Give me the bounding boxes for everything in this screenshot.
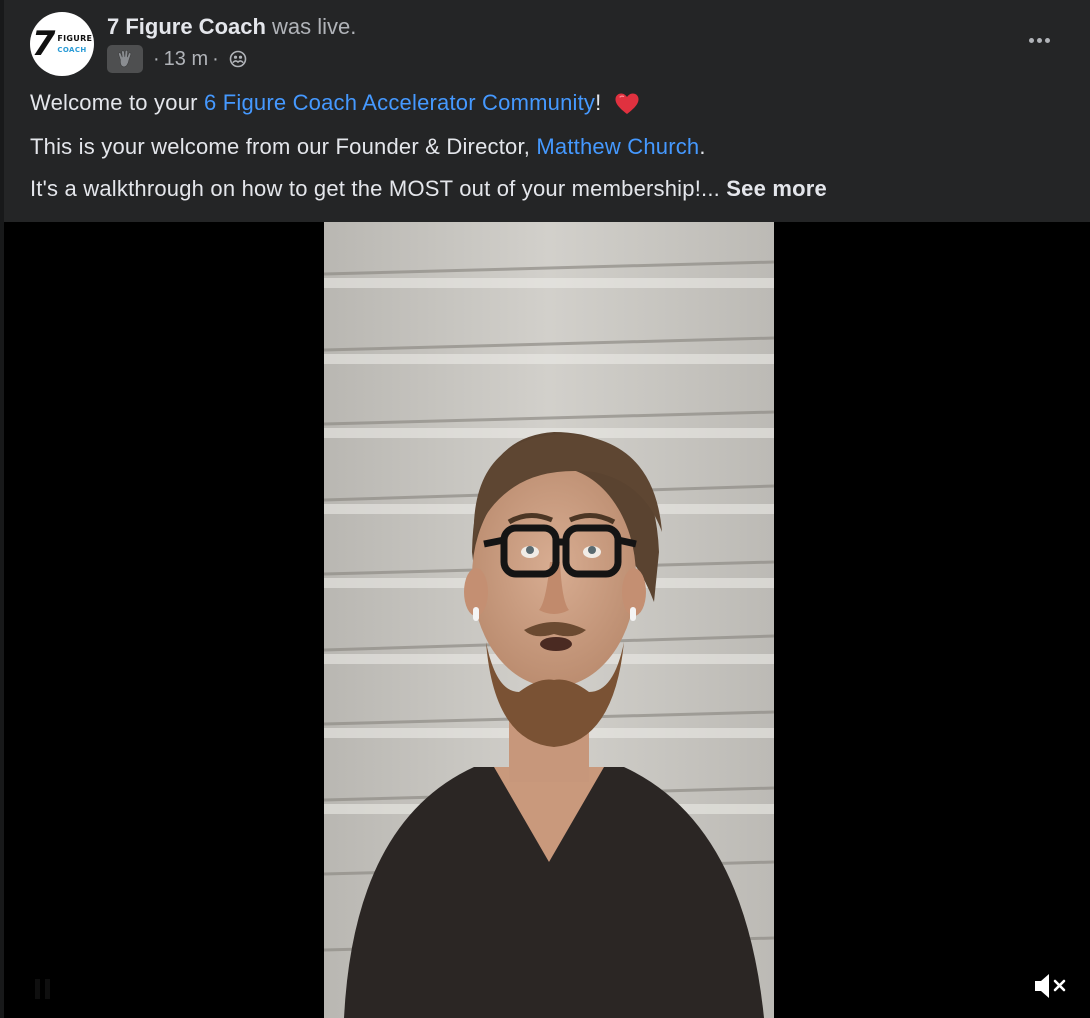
post-header: 7 FIGURE COACH 7 Figure Coach was live. …	[4, 0, 1090, 222]
group-members-icon	[229, 50, 247, 68]
message-text: Welcome to your	[30, 90, 204, 115]
post-title: 7 Figure Coach was live.	[107, 14, 356, 40]
avatar-logo-word-coach: COACH	[57, 45, 87, 54]
live-video-post: 7 FIGURE COACH 7 Figure Coach was live. …	[4, 0, 1090, 1018]
pause-icon[interactable]	[34, 978, 52, 1000]
video-still-image	[324, 222, 774, 1018]
red-heart-emoji-icon	[614, 92, 640, 116]
see-more-link[interactable]: See more	[726, 176, 827, 201]
live-status-text: was live.	[272, 14, 357, 39]
video-player[interactable]	[4, 222, 1090, 1018]
speaker-muted-icon	[1035, 974, 1066, 998]
waving-hand-icon[interactable]	[107, 45, 143, 73]
message-text: .	[699, 134, 706, 159]
avatar-logo-words: FIGURE COACH	[57, 33, 93, 54]
message-text: This is your welcome from our Founder & …	[30, 134, 537, 159]
founder-name-link[interactable]: Matthew Church	[536, 134, 699, 159]
video-controls-bar	[4, 948, 1090, 1018]
more-options-dot	[1044, 37, 1050, 43]
community-link[interactable]: 6 Figure Coach Accelerator Community	[204, 90, 595, 115]
avatar-logo-number: 7	[31, 24, 56, 64]
avatar-logo-word-figure: FIGURE	[57, 33, 93, 43]
message-text: !	[595, 90, 602, 115]
post-message-line-2: This is your welcome from our Founder & …	[30, 134, 706, 160]
post-meta: · 13 m ·	[107, 44, 247, 74]
post-timestamp[interactable]: 13 m	[164, 48, 208, 71]
meta-separator: ·	[212, 47, 219, 70]
page-avatar[interactable]: 7 FIGURE COACH	[30, 12, 94, 76]
more-options-dot	[1036, 37, 1042, 43]
video-frame	[324, 222, 774, 1018]
more-options-button[interactable]	[1022, 28, 1056, 52]
meta-separator: ·	[153, 47, 160, 70]
unmute-button[interactable]	[1030, 966, 1070, 1006]
post-message-line-3: It's a walkthrough on how to get the MOS…	[30, 176, 827, 202]
more-options-icon	[1028, 37, 1034, 43]
post-message-line-1: Welcome to your 6 Figure Coach Accelerat…	[30, 90, 640, 116]
message-text: It's a walkthrough on how to get the MOS…	[30, 176, 727, 201]
page-name-link[interactable]: 7 Figure Coach	[107, 14, 266, 39]
